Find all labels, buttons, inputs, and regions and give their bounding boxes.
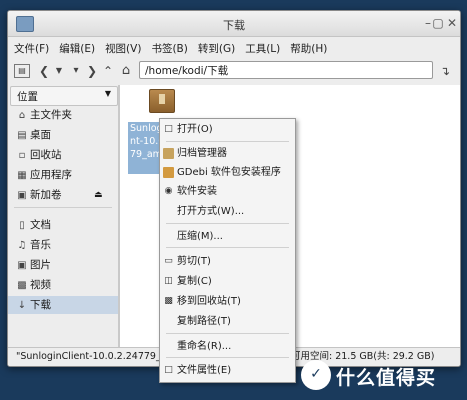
sidebar-item-label: 下载	[30, 299, 51, 311]
drive-icon: ▣	[17, 190, 27, 201]
sidebar-item-home[interactable]: ⌂ 主文件夹	[16, 106, 72, 124]
sidebar-item-volume[interactable]: ▣ 新加卷 ⏏	[16, 186, 102, 204]
places-selector[interactable]: 位置 ▼	[10, 86, 118, 106]
sidebar-item-label: 视频	[30, 279, 51, 291]
menu-edit[interactable]: 编辑(E)	[53, 38, 99, 56]
copy-icon: ◫	[164, 276, 173, 286]
menu-help[interactable]: 帮助(H)	[284, 38, 331, 56]
download-icon: ↓	[17, 300, 27, 311]
toolbar: ▤ ❮ ▼ ▾ ❯ ⌃ ⌂ /home/kodi/下载 ↴	[8, 59, 460, 83]
sidebar-item-label: 桌面	[30, 129, 51, 141]
menu-properties[interactable]: □ 文件属性(E)	[160, 362, 295, 380]
go-icon[interactable]: ↴	[438, 63, 452, 79]
sidebar-item-downloads[interactable]: ↓ 下载	[8, 296, 118, 314]
context-menu: □ 打开(O) 归档管理器 GDebi 软件包安装程序 ◉ 软件安装 打开方式(W)…	[159, 118, 296, 383]
sidebar-item-label: 文档	[30, 219, 51, 231]
menu-software-install[interactable]: ◉ 软件安装	[160, 183, 295, 201]
documents-icon: ▯	[19, 220, 25, 231]
pictures-icon: ▣	[17, 260, 27, 271]
sidebar-item-label: 图片	[30, 259, 51, 271]
up-icon[interactable]: ⌃	[102, 63, 114, 79]
menu-separator	[166, 247, 289, 248]
menu-view[interactable]: 视图(V)	[99, 38, 145, 56]
package-tape	[159, 94, 165, 104]
places-label: 位置	[17, 91, 38, 103]
menu-separator	[166, 141, 289, 142]
menu-separator	[166, 223, 289, 224]
sidebar-item-label: 回收站	[30, 149, 62, 161]
menu-move-to-trash[interactable]: ▩ 移到回收站(T)	[160, 293, 295, 311]
menu-open[interactable]: □ 打开(O)	[160, 121, 295, 139]
sidebar: 位置 ▼ ⌂ 主文件夹 ▤ 桌面 ▫ 回收站 ▦ 应用程序 ▣ 新加卷 ⏏ ▯ 文档 ♫ 音乐 …	[8, 85, 118, 347]
menu-cut[interactable]: ▭ 剪切(T)	[160, 253, 295, 271]
menu-archive-manager[interactable]: 归档管理器	[160, 145, 295, 163]
trash-icon: ▫	[18, 150, 26, 161]
menu-copy[interactable]: ◫ 复制(C)	[160, 273, 295, 291]
sidebar-item-desktop[interactable]: ▤ 桌面	[16, 126, 51, 144]
watermark-text: 什么值得买	[336, 367, 437, 389]
dropdown-icon: ▼	[104, 89, 111, 98]
open-icon: □	[164, 124, 173, 134]
menu-copy-path[interactable]: 复制路径(T)	[160, 313, 295, 331]
menu-go[interactable]: 转到(G)	[192, 38, 239, 56]
status-selection: "SunloginClient-10.0.2.24779_ar	[16, 351, 171, 362]
properties-icon: □	[164, 365, 173, 375]
archive-icon	[163, 148, 174, 159]
trash-icon: ▩	[164, 296, 173, 306]
eject-icon[interactable]: ⏏	[94, 186, 103, 204]
home-icon: ⌂	[18, 110, 26, 121]
sidebar-divider	[14, 207, 112, 208]
music-icon: ♫	[17, 240, 27, 251]
sidebar-item-pictures[interactable]: ▣ 图片	[16, 256, 51, 274]
home-icon[interactable]: ⌂	[119, 63, 133, 79]
menu-bookmarks[interactable]: 书签(B)	[145, 38, 191, 56]
path-field[interactable]: /home/kodi/下载	[139, 61, 433, 79]
sidebar-item-trash[interactable]: ▫ 回收站	[16, 146, 62, 164]
window-title: 下载	[223, 19, 245, 32]
forward-history-icon[interactable]: ▾	[70, 63, 82, 79]
sidebar-item-videos[interactable]: ▩ 视频	[16, 276, 51, 294]
sidebar-item-label: 应用程序	[30, 169, 72, 181]
gdebi-icon	[163, 167, 174, 178]
watermark-logo-mark: ✓	[310, 366, 322, 382]
menu-open-with[interactable]: 打开方式(W)...	[160, 203, 295, 221]
menu-bar: 文件(F) 编辑(E) 视图(V) 书签(B) 转到(G) 工具(L) 帮助(H)	[8, 38, 460, 58]
sidebar-item-documents[interactable]: ▯ 文档	[16, 216, 51, 234]
videos-icon: ▩	[17, 280, 27, 291]
sidebar-item-music[interactable]: ♫ 音乐	[16, 236, 51, 254]
package-icon[interactable]	[149, 89, 175, 113]
sidebar-item-label: 主文件夹	[30, 109, 72, 121]
cut-icon: ▭	[164, 256, 173, 266]
title-bar[interactable]: 下载 – ▢ ✕	[8, 11, 460, 37]
menu-tools[interactable]: 工具(L)	[239, 38, 284, 56]
menu-compress[interactable]: 压缩(M)...	[160, 228, 295, 246]
back-icon[interactable]: ❮	[38, 63, 50, 79]
toggle-location-icon[interactable]: ▤	[14, 64, 30, 78]
software-install-icon: ◉	[164, 186, 173, 196]
menu-rename[interactable]: 重命名(R)...	[160, 338, 295, 356]
desktop-icon: ▤	[17, 130, 27, 141]
sidebar-item-apps[interactable]: ▦ 应用程序	[16, 166, 72, 184]
watermark-logo: ✓	[301, 360, 331, 390]
menu-file[interactable]: 文件(F)	[8, 38, 53, 56]
apps-icon: ▦	[17, 170, 27, 181]
sidebar-item-label: 音乐	[30, 239, 51, 251]
back-history-icon[interactable]: ▼	[54, 63, 64, 79]
menu-separator	[166, 333, 289, 334]
close-icon[interactable]: ✕	[444, 15, 460, 31]
forward-icon[interactable]: ❯	[86, 63, 98, 79]
menu-separator	[166, 357, 289, 358]
menu-gdebi[interactable]: GDebi 软件包安装程序	[160, 164, 295, 182]
sidebar-item-label: 新加卷	[30, 189, 62, 201]
